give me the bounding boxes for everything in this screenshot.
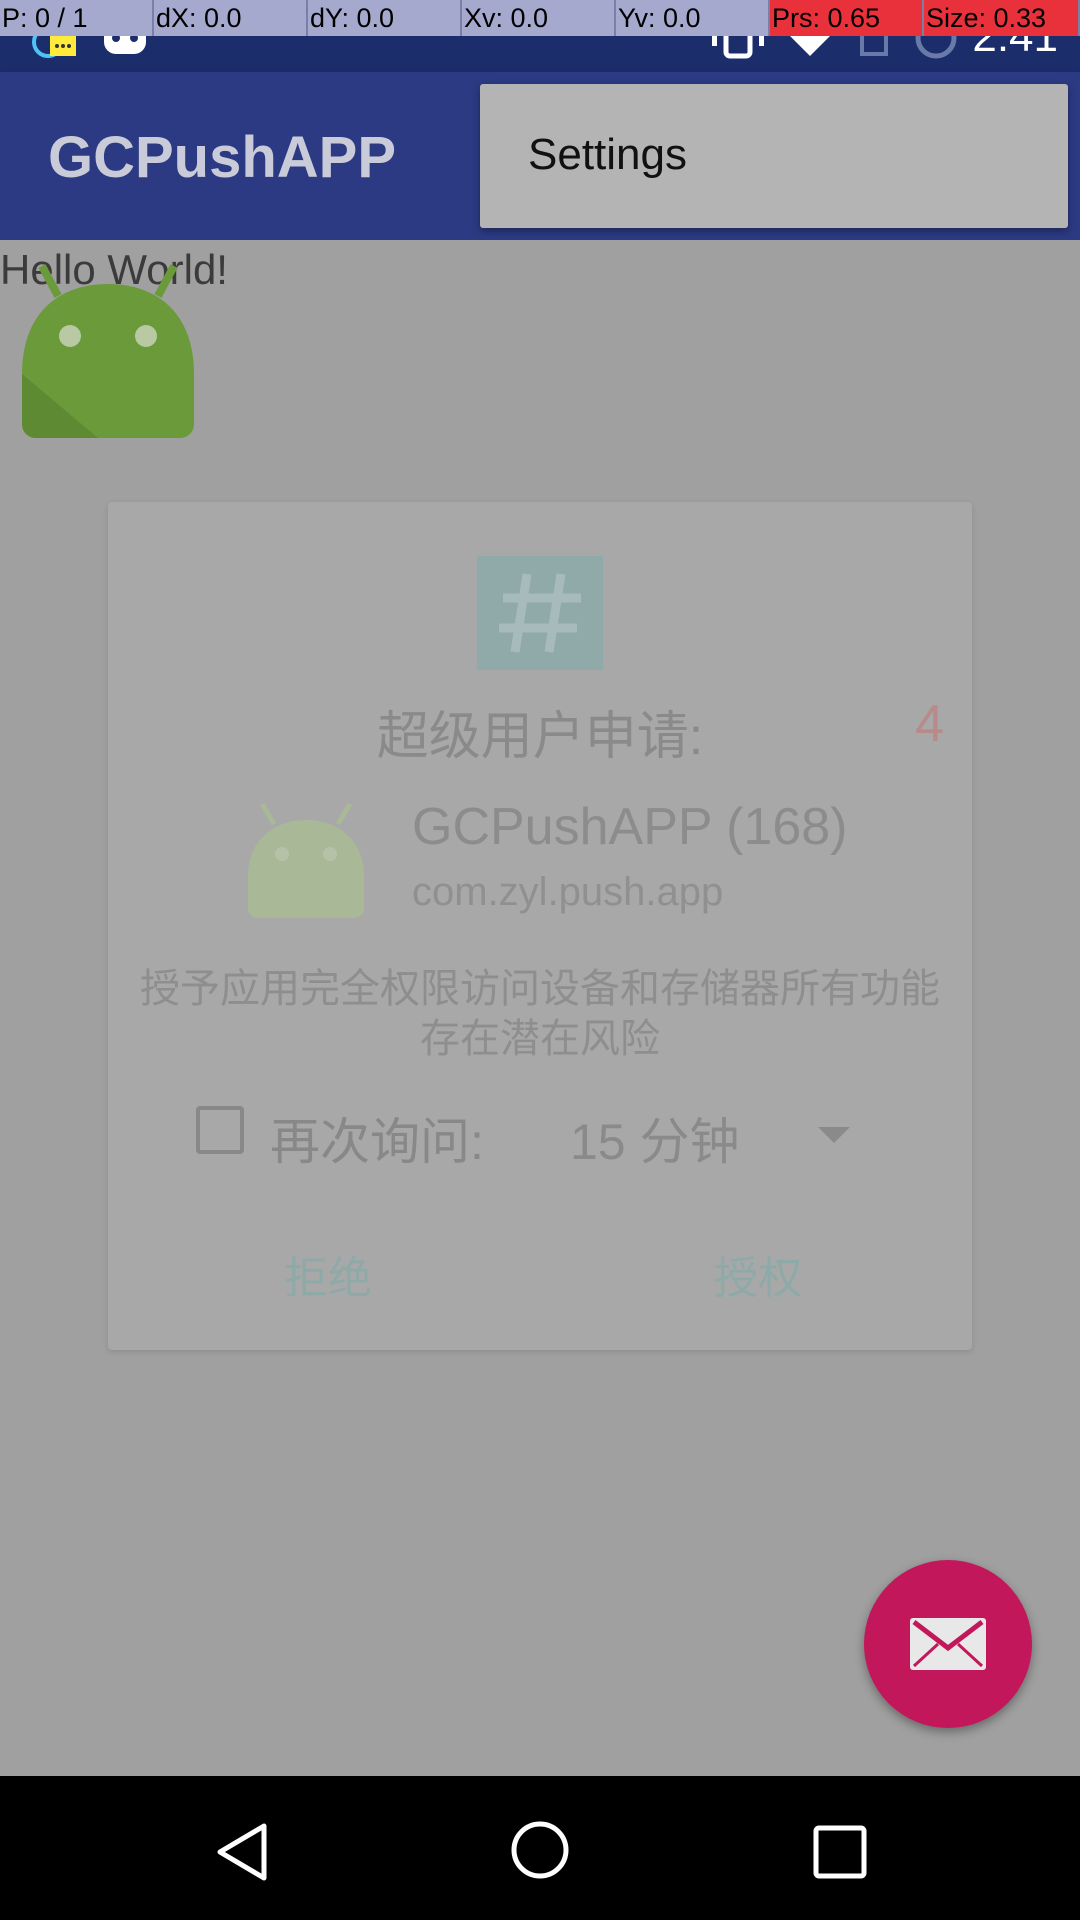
superuser-request-dialog: 超级用户申请: 4 GCPushAPP (168) com.zyl.push.a… bbox=[108, 502, 972, 1350]
risk-warning-text: 授予应用完全权限访问设备和存储器所有功能存在潜在风险 bbox=[140, 967, 940, 1061]
app-title: GCPushAPP bbox=[48, 125, 397, 190]
navigation-bar bbox=[0, 1776, 1080, 1920]
requesting-app-name: GCPushAPP (168) bbox=[412, 798, 848, 856]
wifi-icon bbox=[790, 36, 830, 56]
ask-again-label: 再次询问: bbox=[270, 1114, 484, 1170]
deny-button[interactable]: 拒绝 bbox=[284, 1242, 372, 1306]
pointer-location-overlay: P: 0 / 1 dX: 0.0 dY: 0.0 Xv: 0.0 Yv: 0.0… bbox=[0, 0, 1080, 36]
grant-button[interactable]: 授权 bbox=[714, 1242, 802, 1306]
envelope-icon bbox=[910, 1618, 986, 1670]
velocity-y: Yv: 0.0 bbox=[616, 0, 770, 36]
overflow-menu: Settings bbox=[480, 84, 1068, 228]
velocity-x: Xv: 0.0 bbox=[462, 0, 616, 36]
countdown-value: 4 bbox=[915, 695, 944, 753]
android-logo-icon bbox=[22, 264, 194, 438]
delta-y: dY: 0.0 bbox=[308, 0, 462, 36]
pointer-count: P: 0 / 1 bbox=[0, 0, 154, 36]
requesting-app-package: com.zyl.push.app bbox=[412, 870, 724, 914]
delta-x: dX: 0.0 bbox=[154, 0, 308, 36]
recents-icon[interactable] bbox=[812, 1824, 868, 1880]
touch-size: Size: 0.33 bbox=[924, 0, 1080, 36]
home-icon[interactable] bbox=[510, 1820, 570, 1880]
app-icon bbox=[248, 802, 364, 918]
back-icon[interactable] bbox=[214, 1822, 270, 1882]
email-fab-button[interactable] bbox=[864, 1560, 1032, 1728]
superuser-hash-icon bbox=[477, 556, 603, 670]
ask-again-checkbox[interactable] bbox=[196, 1106, 244, 1154]
dropdown-arrow-icon[interactable] bbox=[818, 1127, 850, 1143]
menu-item-settings[interactable]: Settings bbox=[528, 130, 687, 180]
pressure: Prs: 0.65 bbox=[770, 0, 924, 36]
dialog-title: 超级用户申请: bbox=[376, 708, 704, 766]
ask-again-duration-select[interactable]: 15 分钟 bbox=[570, 1102, 740, 1174]
